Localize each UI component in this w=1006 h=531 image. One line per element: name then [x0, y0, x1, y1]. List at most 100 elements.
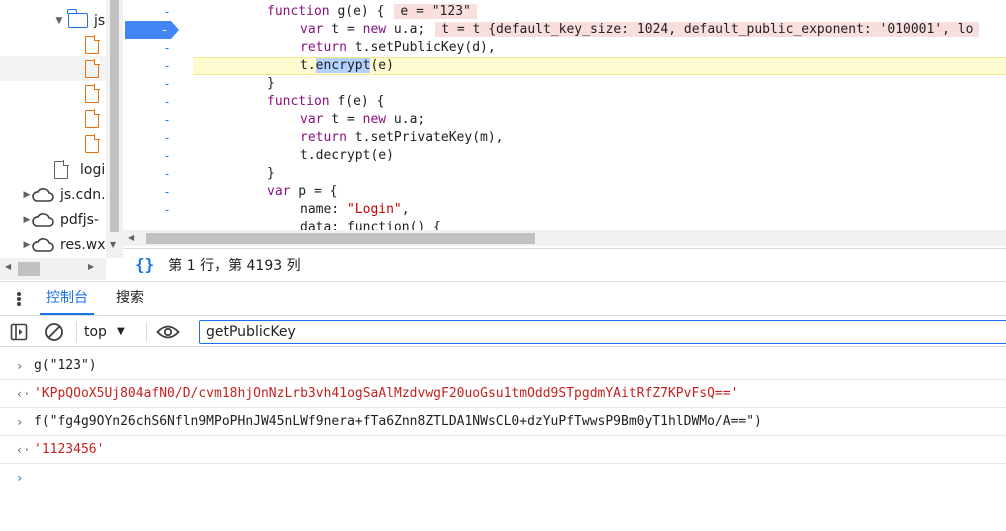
toolbar-divider: [146, 322, 147, 342]
scrollbar-thumb[interactable]: [146, 233, 535, 244]
message-text[interactable]: '1123456': [34, 442, 104, 457]
code-line: t.decrypt(e): [300, 148, 394, 163]
tree-item-label: res.wx: [60, 236, 106, 253]
tree-file-selected[interactable]: [0, 56, 106, 81]
console-result: ‹· '1123456': [0, 436, 1006, 464]
expand-arrow-icon[interactable]: ▼: [54, 16, 64, 26]
clear-console-icon[interactable]: [43, 321, 65, 343]
scroll-right-icon[interactable]: ▶: [88, 262, 94, 271]
file-tree: ▼ js logi ▶ js.cdn. ▶ pdfjs- ▶ res.wx ▼: [0, 0, 123, 258]
file-icon: [85, 58, 100, 78]
collapse-arrow-icon[interactable]: ▶: [22, 240, 32, 250]
code-line: data: function() {: [300, 220, 441, 230]
more-options-icon[interactable]: [12, 290, 26, 308]
tab-search[interactable]: 搜索: [110, 282, 150, 315]
cloud-icon: [32, 187, 54, 202]
code-line: var t = new u.a; t = t {default_key_size:…: [193, 21, 1006, 39]
gutter-mark[interactable]: -: [123, 57, 193, 75]
gutter-mark[interactable]: -: [123, 129, 193, 147]
console-toolbar: top ▼: [0, 315, 1006, 347]
drawer-tab-bar: 控制台 搜索: [0, 281, 1006, 315]
message-text[interactable]: 'KPpQOoX5Uj804afN0/D/cvm18hjOnNzLrb3vh41…: [34, 386, 738, 401]
file-icon: [85, 133, 100, 153]
console-command: › f("fg4g9OYn26chS6Nfln9MPoPHnJW45nLWf9n…: [0, 408, 1006, 436]
editor-status-bar: {} 第 1 行，第 4193 列: [123, 248, 1006, 280]
tree-horizontal-scrollbar[interactable]: ◀ ▶: [0, 258, 106, 280]
scrollbar-thumb[interactable]: [110, 0, 119, 232]
code-editor[interactable]: function g(e) {e = "123" var t = new u.a…: [193, 0, 1006, 230]
file-icon: [85, 83, 100, 103]
code-horizontal-scrollbar[interactable]: ◀: [123, 230, 1006, 246]
gutter-mark[interactable]: -: [123, 93, 193, 111]
scroll-down-icon[interactable]: ▼: [110, 240, 116, 249]
tree-domain-reswx[interactable]: ▶ res.wx: [0, 232, 106, 257]
code-line: function f(e) {: [267, 94, 385, 109]
tree-item-label: pdfjs-: [60, 211, 99, 228]
gutter-mark[interactable]: -: [123, 183, 193, 201]
inline-value: t = t {default_key_size: 1024, default_p…: [435, 22, 980, 37]
tree-file-logi[interactable]: logi: [0, 157, 106, 182]
gutter-mark[interactable]: -: [123, 201, 193, 219]
file-icon: [85, 108, 100, 128]
execution-context-select[interactable]: top ▼: [84, 322, 125, 342]
context-value: top: [84, 324, 107, 340]
code-line: var t = new u.a;: [300, 112, 426, 127]
scrollbar-thumb[interactable]: [18, 262, 40, 276]
tree-file[interactable]: [0, 32, 106, 57]
cloud-icon: [32, 237, 54, 252]
breakpoint-marker[interactable]: -: [125, 21, 179, 39]
code-line: }: [267, 166, 275, 181]
code-line: function g(e) {e = "123": [193, 3, 1006, 21]
gutter-mark[interactable]: -: [123, 147, 193, 165]
gutter-mark: -: [161, 23, 168, 37]
collapse-arrow-icon[interactable]: ▶: [22, 215, 32, 225]
folder-icon: [67, 9, 88, 28]
inline-value: e = "123": [394, 4, 477, 19]
console-prompt[interactable]: ›: [0, 464, 1006, 492]
gutter-mark[interactable]: -: [123, 111, 193, 129]
tree-vertical-scrollbar[interactable]: ▼: [106, 0, 123, 258]
cursor-position: 第 1 行，第 4193 列: [168, 257, 301, 274]
code-line: var p = {: [267, 184, 338, 199]
message-text: g("123"): [34, 358, 97, 373]
toolbar-divider: [76, 322, 77, 342]
console-output[interactable]: › g("123") ‹· 'KPpQOoX5Uj804afN0/D/cvm18…: [0, 348, 1006, 531]
tree-domain-pdfjs[interactable]: ▶ pdfjs-: [0, 207, 106, 232]
tree-file[interactable]: [0, 81, 106, 106]
result-chevron-icon: ‹·: [16, 386, 31, 401]
code-line: return t.setPublicKey(d),: [300, 40, 496, 55]
message-text: f("fg4g9OYn26chS6Nfln9MPoPHnJW45nLWf9ner…: [34, 414, 762, 429]
file-icon: [85, 34, 100, 54]
command-chevron-icon: ›: [16, 414, 24, 429]
cloud-icon: [32, 212, 54, 227]
tree-item-label: logi: [80, 161, 106, 178]
code-line: return t.setPrivateKey(m),: [300, 130, 504, 145]
gutter-mark[interactable]: -: [123, 165, 193, 183]
pretty-print-icon[interactable]: {}: [135, 255, 154, 274]
console-filter-input[interactable]: [199, 320, 1006, 344]
command-chevron-icon: ›: [16, 358, 24, 373]
tree-item-label: js.cdn.: [60, 186, 106, 203]
gutter-mark[interactable]: -: [123, 39, 193, 57]
tree-file[interactable]: [0, 106, 106, 131]
live-expression-eye-icon[interactable]: [155, 321, 181, 343]
tree-domain-jscdn[interactable]: ▶ js.cdn.: [0, 182, 106, 207]
gutter-mark[interactable]: -: [123, 3, 193, 21]
current-execution-line: t.encrypt(e): [193, 57, 1006, 75]
scroll-left-icon[interactable]: ◀: [128, 233, 134, 242]
tab-console[interactable]: 控制台: [40, 282, 94, 315]
tree-file[interactable]: [0, 131, 106, 156]
gutter-mark[interactable]: -: [123, 75, 193, 93]
show-sidebar-icon[interactable]: [8, 321, 30, 343]
tree-item-label: js: [94, 12, 106, 29]
dropdown-caret-icon: ▼: [116, 326, 125, 337]
scroll-left-icon[interactable]: ◀: [5, 262, 11, 271]
file-icon: [54, 159, 69, 179]
selected-token: encrypt: [315, 58, 371, 73]
result-chevron-icon: ‹·: [16, 442, 31, 457]
tree-folder-js[interactable]: ▼ js: [0, 8, 106, 33]
prompt-chevron-icon: ›: [16, 471, 24, 485]
console-command: › g("123"): [0, 352, 1006, 380]
code-line: name: "Login",: [300, 202, 410, 217]
collapse-arrow-icon[interactable]: ▶: [22, 190, 32, 200]
